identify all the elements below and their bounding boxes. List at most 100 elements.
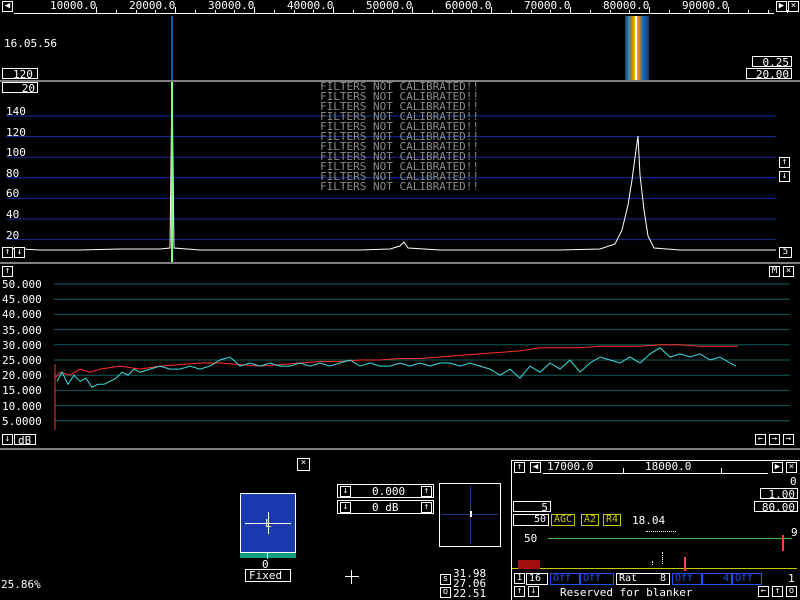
a2-button[interactable]: A2 xyxy=(581,514,600,526)
signal-band-center xyxy=(635,16,637,80)
s-meter[interactable]: L 0 Fixed xyxy=(240,493,296,583)
spectrum-y-label: 80 xyxy=(6,166,20,180)
s-meter-mode[interactable]: Fixed xyxy=(245,569,291,582)
scale-minor-tick xyxy=(194,10,196,13)
bb-right-value-1: 0 xyxy=(790,475,797,488)
bb-off-3[interactable]: Off xyxy=(672,573,702,585)
bb-red-bottom-marker xyxy=(684,557,686,571)
bb-off-2[interactable]: Off xyxy=(580,573,614,585)
bb-scroll-left2-button[interactable]: ◀ xyxy=(530,462,541,473)
scroll-left-button[interactable]: ◀ xyxy=(2,1,13,12)
bb-scroll-left-button[interactable]: ↑ xyxy=(514,462,525,473)
spectrum-y-label: 60 xyxy=(6,187,20,201)
scale-tick xyxy=(570,7,571,13)
bb-right-value-3[interactable]: 80.00 xyxy=(754,501,798,513)
bb-1-button[interactable]: 1 xyxy=(514,573,525,584)
bb-up-button[interactable]: ↑ xyxy=(514,586,525,597)
r4-button[interactable]: R4 xyxy=(603,514,622,526)
bb-left-button[interactable]: ← xyxy=(758,586,769,597)
noise-y-label: 45.000 xyxy=(2,293,42,307)
graph-left-button[interactable]: ← xyxy=(755,434,766,445)
bb-status: Reserved for blanker xyxy=(560,586,693,599)
scale-tick xyxy=(333,7,334,13)
graph-right2-button[interactable]: → xyxy=(783,434,794,445)
noise-graph-panel[interactable]: ↑ M × 50.000 45.000 40.000 35.000 30.000 25.0… xyxy=(0,264,800,448)
xy-scope[interactable] xyxy=(439,483,501,547)
bb-red-marker xyxy=(782,535,784,551)
scale-tick xyxy=(728,7,729,13)
cyan-series-line xyxy=(56,347,737,389)
bb-rat-field[interactable]: Rat 8 xyxy=(616,573,670,585)
spectrum-right-value[interactable]: 5 xyxy=(779,247,792,258)
bb-green-line xyxy=(548,538,792,539)
bb-o-button[interactable]: o xyxy=(786,586,797,597)
scale-tick xyxy=(254,7,255,13)
bb-graph[interactable]: 50 9 xyxy=(512,527,800,571)
close-icon[interactable]: × xyxy=(788,1,799,12)
bb-right-value-2[interactable]: 1.00 xyxy=(760,488,798,500)
noise-y-label: 10.000 xyxy=(2,399,42,413)
level-control[interactable]: ↓ 0.000 ↑ xyxy=(337,484,434,498)
bb-off-4[interactable]: Off xyxy=(732,573,762,585)
noise-y-label: 30.000 xyxy=(2,338,42,352)
waterfall-left-value[interactable]: 120 xyxy=(2,68,38,80)
scroll-right-button[interactable]: ▶ xyxy=(776,1,787,12)
db-control[interactable]: ↓ 0 dB ↑ xyxy=(337,500,434,514)
noise-y-label: 50.000 xyxy=(2,278,42,291)
scale-tick xyxy=(649,7,650,13)
bb-red-bar xyxy=(518,560,540,569)
signal-band xyxy=(625,16,649,80)
spectrum-display[interactable]: 20 140 120 100 80 60 40 20 FILTERS NOT CALIBRA… xyxy=(0,81,800,262)
waterfall-right-top-value[interactable]: 0.25 xyxy=(752,56,792,68)
graph-unit-label[interactable]: dB xyxy=(14,434,36,446)
spectrum-y-label: 20 xyxy=(6,228,20,242)
noise-graph xyxy=(54,283,790,430)
graph-down-button[interactable]: ↓ xyxy=(2,434,13,445)
scale-tick-label: 50000.0 xyxy=(366,0,413,12)
noise-y-label: 20.000 xyxy=(2,369,42,383)
spectrum-down-left-button[interactable]: ↓ xyxy=(14,247,25,258)
red-series-line xyxy=(54,344,738,379)
o-button[interactable]: o xyxy=(440,587,451,598)
bb-up2-button[interactable]: ↑ xyxy=(772,586,783,597)
bb-4-field[interactable]: 4 xyxy=(702,573,732,585)
scale-tick xyxy=(175,7,176,13)
s-meter-face: L xyxy=(240,493,296,553)
spectrum-down-button[interactable]: ↓ xyxy=(779,171,790,182)
bb-16-field[interactable]: 16 xyxy=(526,573,548,585)
bb-scroll-right-button[interactable]: ▶ xyxy=(772,462,783,473)
level-up-button[interactable]: ↑ xyxy=(421,486,432,497)
scale-minor-tick xyxy=(767,10,769,13)
waterfall-display[interactable]: 16.05.56 0.25 120 20.00 xyxy=(0,14,800,80)
waterfall-right-bottom-value[interactable]: 20.00 xyxy=(746,68,792,80)
scale-tick xyxy=(412,7,413,13)
bb-field-50[interactable]: 50 xyxy=(513,514,549,526)
spectrum-up-button[interactable]: ↑ xyxy=(779,157,790,168)
s-button[interactable]: s xyxy=(440,574,451,585)
scale-minor-tick xyxy=(747,10,749,13)
s-meter-channel: L xyxy=(265,517,272,530)
close-panel-button[interactable]: × xyxy=(297,458,310,471)
db-down-button[interactable]: ↓ xyxy=(340,502,351,513)
scale-tick-label: 20000.0 xyxy=(129,0,176,12)
bb-frequency-scale[interactable]: 17000.0 18000.0 xyxy=(543,460,768,474)
scale-tick-label: 30000.0 xyxy=(208,0,255,12)
spectrum-up-left-button[interactable]: ↑ xyxy=(2,247,13,258)
noise-y-label: 25.000 xyxy=(2,354,42,367)
graph-right-button[interactable]: → xyxy=(769,434,780,445)
scale-tick-label: 90000.0 xyxy=(682,0,729,12)
agc-button[interactable]: AGC xyxy=(551,514,576,526)
level-down-button[interactable]: ↓ xyxy=(340,486,351,497)
scale-minor-tick xyxy=(115,10,117,13)
frequency-scale[interactable]: 10000.0 20000.0 30000.0 40000.0 50000.0 60000… xyxy=(14,0,789,14)
bb-left-value[interactable]: 5 xyxy=(513,501,551,513)
readout-value-3: 22.51 xyxy=(453,587,487,600)
bb-trace xyxy=(646,531,676,535)
bb-off-1[interactable]: Off xyxy=(550,573,580,585)
scale-minor-tick xyxy=(510,10,512,13)
bb-close-button[interactable]: × xyxy=(786,462,797,473)
separator xyxy=(0,448,800,450)
noise-y-label: 5.0000 xyxy=(2,414,42,428)
bb-down-button[interactable]: ↓ xyxy=(528,586,539,597)
db-up-button[interactable]: ↑ xyxy=(421,502,432,513)
